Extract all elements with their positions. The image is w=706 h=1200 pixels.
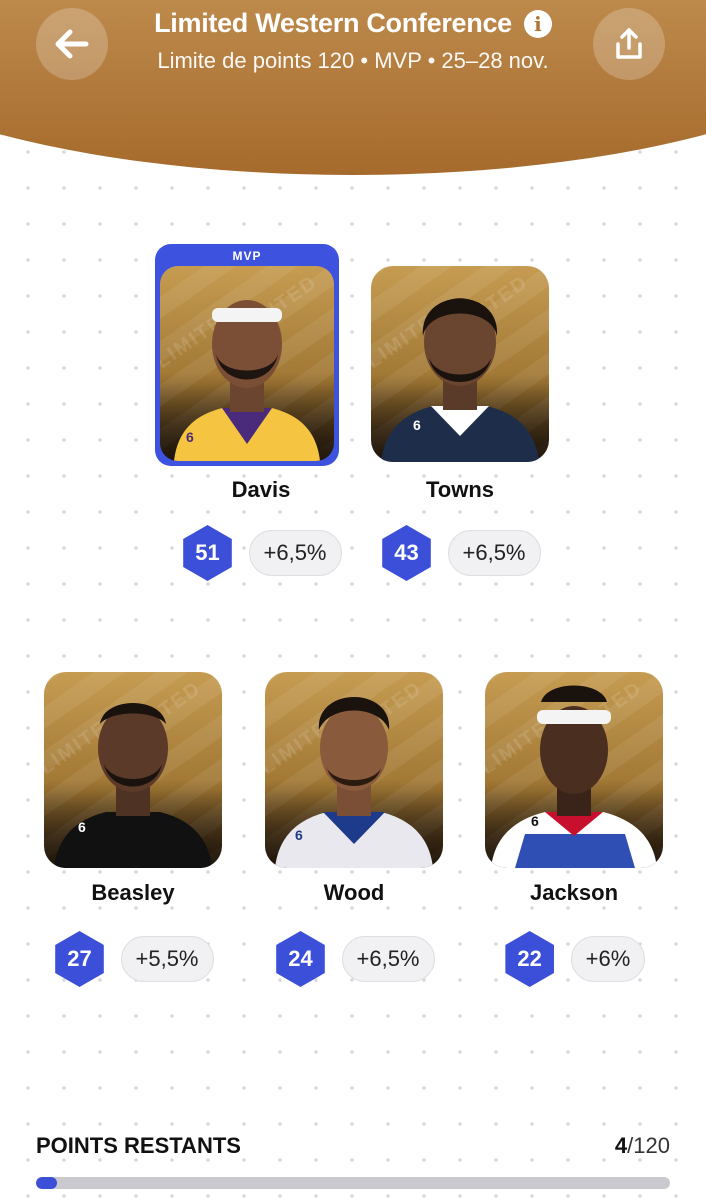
player-name: Jackson [529, 880, 619, 905]
points-remaining-label: POINTS RESTANTS [36, 1133, 241, 1158]
share-icon [616, 28, 642, 59]
jersey-number: 6 [186, 429, 194, 445]
score-value: 22 [517, 946, 542, 971]
points-remaining-count: 4/120 [615, 1133, 670, 1159]
score-badge: 24 [274, 931, 328, 987]
points-progress-fill [36, 1177, 57, 1189]
player-silhouette-icon: 6 [275, 697, 433, 868]
player-photo[interactable]: LIMITED LIMITED 6 [485, 672, 663, 868]
mvp-frame: MVP LIMITED LIMITED 6 [155, 244, 339, 466]
bonus-pill: +6,5% [447, 530, 541, 576]
player-name: Beasley [91, 880, 175, 905]
player-silhouette-icon: 6 [174, 300, 320, 461]
info-icon[interactable]: i [523, 9, 552, 38]
score-value: 27 [67, 946, 92, 971]
player-stats: 27 +5,5% [44, 931, 222, 987]
player-name: Towns [425, 477, 495, 502]
player-photo[interactable]: LIMITED LIMITED 6 [265, 672, 443, 868]
score-badge: 51 [181, 525, 235, 581]
player-stats: 43 +6,5% [371, 525, 549, 581]
player-stats: 22 +6% [485, 931, 663, 987]
bonus-pill: +6,5% [341, 936, 435, 982]
points-total: /120 [627, 1133, 670, 1158]
score-badge: 27 [53, 931, 107, 987]
player-photo[interactable]: LIMITED LIMITED 6 [44, 672, 222, 868]
score-badge: 43 [380, 525, 434, 581]
player-photo[interactable]: LIMITED LIMITED 6 [160, 266, 334, 461]
bonus-pill: +6,5% [248, 530, 342, 576]
page-title: Limited Western Conference [154, 8, 512, 38]
jersey-number: 6 [413, 417, 421, 433]
player-photo[interactable]: LIMITED LIMITED 6 [371, 266, 549, 462]
jersey-number: 6 [295, 827, 303, 843]
bonus-pill: +5,5% [120, 936, 214, 982]
player-card-towns[interactable]: LIMITED LIMITED 6 Towns 43 +6,5% [371, 266, 549, 576]
points-remaining-value: 4 [614, 1133, 628, 1158]
score-value: 51 [195, 540, 220, 565]
player-silhouette-icon: 6 [54, 703, 212, 868]
share-button[interactable] [593, 8, 665, 80]
bonus-pill: +6% [570, 936, 646, 982]
player-name: Wood [323, 880, 385, 905]
points-progress-bar [36, 1177, 670, 1189]
player-stats: 51 +6,5% [172, 525, 350, 581]
player-card-jackson[interactable]: LIMITED LIMITED 6 Jackson 22 +6% [485, 672, 663, 982]
player-card-beasley[interactable]: LIMITED LIMITED 6 Beasley 27 +5,5% [44, 672, 222, 982]
player-card-wood[interactable]: LIMITED LIMITED 6 Wood 24 +6,5% [265, 672, 443, 982]
mvp-badge: MVP [232, 249, 262, 263]
score-value: 24 [288, 946, 313, 971]
player-silhouette-icon: 6 [491, 685, 657, 868]
player-name: Davis [231, 477, 291, 502]
score-badge: 22 [503, 931, 557, 987]
jersey-number: 6 [78, 819, 86, 835]
score-value: 43 [394, 540, 419, 565]
player-stats: 24 +6,5% [265, 931, 443, 987]
jersey-number: 6 [531, 813, 539, 829]
player-silhouette-icon: 6 [381, 298, 539, 462]
